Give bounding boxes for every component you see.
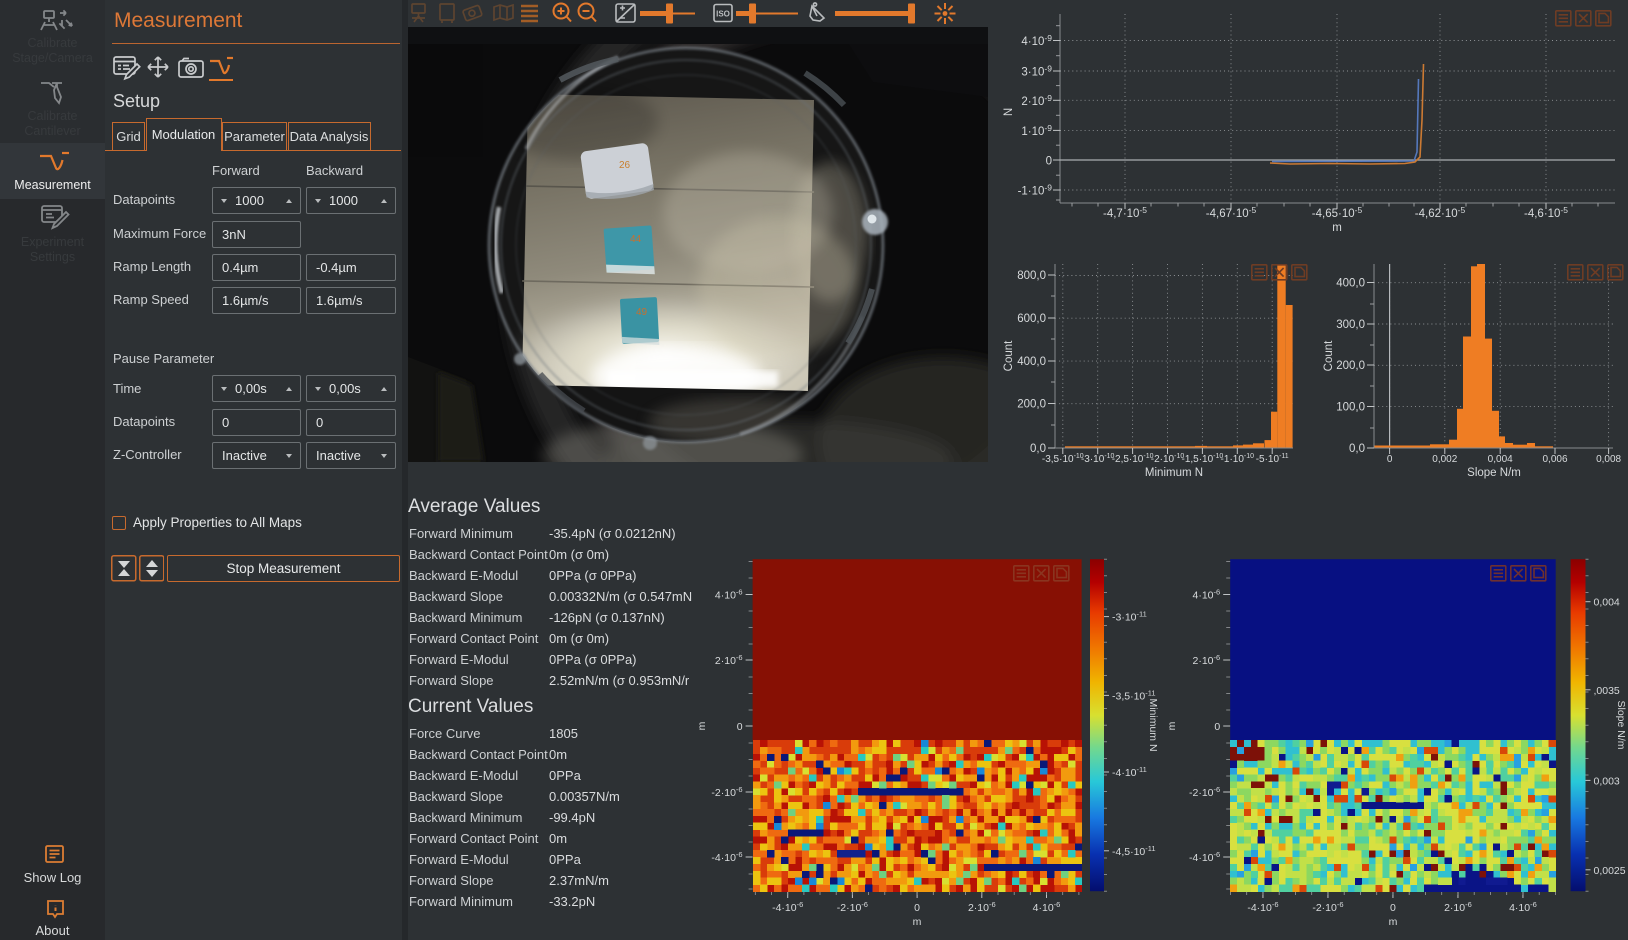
svg-text:4·10-6: 4·10-6 xyxy=(1033,900,1061,914)
svg-text:3·10-9: 3·10-9 xyxy=(1021,64,1052,79)
svg-text:Count: Count xyxy=(1003,340,1015,371)
svg-text:2·10-6: 2·10-6 xyxy=(1193,653,1221,667)
svg-text:0,0: 0,0 xyxy=(1349,443,1365,455)
svg-text:4·10-6: 4·10-6 xyxy=(1193,588,1221,602)
svg-text:-4·10-6: -4·10-6 xyxy=(1247,900,1278,914)
svg-text:-2,5·10-10: -2,5·10-10 xyxy=(1112,453,1154,465)
svg-text:-4,62·10-5: -4,62·10-5 xyxy=(1415,205,1466,220)
svg-text:0: 0 xyxy=(1390,902,1396,914)
svg-text:0,002: 0,002 xyxy=(1432,454,1457,465)
svg-text:m: m xyxy=(1389,916,1398,928)
svg-text:ISO: ISO xyxy=(716,10,730,19)
svg-text:300,0: 300,0 xyxy=(1336,319,1365,331)
svg-text:2·10-6: 2·10-6 xyxy=(715,653,743,667)
svg-text:-3·10-10: -3·10-10 xyxy=(1081,453,1115,465)
svg-text:0,0025: 0,0025 xyxy=(1594,865,1626,877)
svg-text:2·10-6: 2·10-6 xyxy=(1444,900,1472,914)
svg-text:-4·10-6: -4·10-6 xyxy=(711,850,742,864)
svg-text:0: 0 xyxy=(1387,454,1393,465)
svg-text:Minimum N: Minimum N xyxy=(1147,698,1159,751)
svg-text:-4,6·10-5: -4,6·10-5 xyxy=(1524,205,1568,220)
svg-text:800,0: 800,0 xyxy=(1017,270,1046,282)
svg-text:-4·10-6: -4·10-6 xyxy=(772,900,803,914)
svg-text:0,006: 0,006 xyxy=(1542,454,1567,465)
svg-text:200,0: 200,0 xyxy=(1336,360,1365,372)
svg-text:4·10-6: 4·10-6 xyxy=(715,588,743,602)
svg-text:-2·10-6: -2·10-6 xyxy=(837,900,868,914)
svg-text:-1·10-10: -1·10-10 xyxy=(1221,453,1255,465)
svg-text:1·10-9: 1·10-9 xyxy=(1021,123,1052,138)
svg-text:-1·10-9: -1·10-9 xyxy=(1018,183,1053,198)
svg-text:0: 0 xyxy=(737,721,743,733)
svg-text:-4,7·10-5: -4,7·10-5 xyxy=(1103,205,1147,220)
svg-text:0: 0 xyxy=(914,902,920,914)
svg-text:0,008: 0,008 xyxy=(1596,454,1621,465)
svg-text:200,0: 200,0 xyxy=(1017,399,1046,411)
svg-text:Slope N/m: Slope N/m xyxy=(1615,700,1627,749)
svg-text:-4·10-6: -4·10-6 xyxy=(1189,850,1220,864)
svg-text:-4,65·10-5: -4,65·10-5 xyxy=(1312,205,1363,220)
svg-text:4·10-9: 4·10-9 xyxy=(1021,33,1052,48)
svg-text:-4,5·10-11: -4,5·10-11 xyxy=(1112,844,1156,858)
svg-text:4·10-6: 4·10-6 xyxy=(1509,900,1537,914)
svg-text:2·10-9: 2·10-9 xyxy=(1021,93,1052,108)
svg-text:-4,67·10-5: -4,67·10-5 xyxy=(1206,205,1257,220)
svg-text:-3,5·10-10: -3,5·10-10 xyxy=(1042,453,1084,465)
svg-text:49: 49 xyxy=(636,307,648,318)
svg-text:0,003: 0,003 xyxy=(1594,775,1620,787)
svg-text:44: 44 xyxy=(630,234,642,245)
svg-text:-3·10-11: -3·10-11 xyxy=(1112,610,1147,624)
svg-text:26: 26 xyxy=(619,160,631,171)
svg-text:-2·10-6: -2·10-6 xyxy=(1189,785,1220,799)
svg-text:m: m xyxy=(696,721,708,730)
svg-text:m: m xyxy=(1332,222,1342,234)
svg-text:400,0: 400,0 xyxy=(1017,356,1046,368)
svg-text:-2·10-6: -2·10-6 xyxy=(711,785,742,799)
svg-text:N: N xyxy=(1003,108,1015,116)
svg-text:Slope N/m: Slope N/m xyxy=(1467,467,1521,479)
svg-text:m: m xyxy=(913,916,922,928)
svg-text:Minimum N: Minimum N xyxy=(1145,467,1203,479)
svg-text:400,0: 400,0 xyxy=(1336,278,1365,290)
svg-text:-1,5·10-10: -1,5·10-10 xyxy=(1181,453,1223,465)
svg-text:0: 0 xyxy=(1214,721,1220,733)
svg-text:0: 0 xyxy=(1046,156,1052,168)
svg-text:100,0: 100,0 xyxy=(1336,402,1365,414)
svg-text:-4·10-11: -4·10-11 xyxy=(1112,765,1147,779)
svg-text:0,004: 0,004 xyxy=(1594,597,1620,609)
svg-text:-5·10-11: -5·10-11 xyxy=(1256,453,1289,465)
svg-text:-2·10-10: -2·10-10 xyxy=(1151,453,1185,465)
svg-text:600,0: 600,0 xyxy=(1017,313,1046,325)
svg-text:-2·10-6: -2·10-6 xyxy=(1312,900,1343,914)
svg-text:,0035: ,0035 xyxy=(1594,685,1620,697)
svg-text:2·10-6: 2·10-6 xyxy=(968,900,996,914)
svg-text:m: m xyxy=(1166,721,1178,730)
svg-text:Count: Count xyxy=(1323,340,1335,371)
svg-text:0,004: 0,004 xyxy=(1488,454,1513,465)
